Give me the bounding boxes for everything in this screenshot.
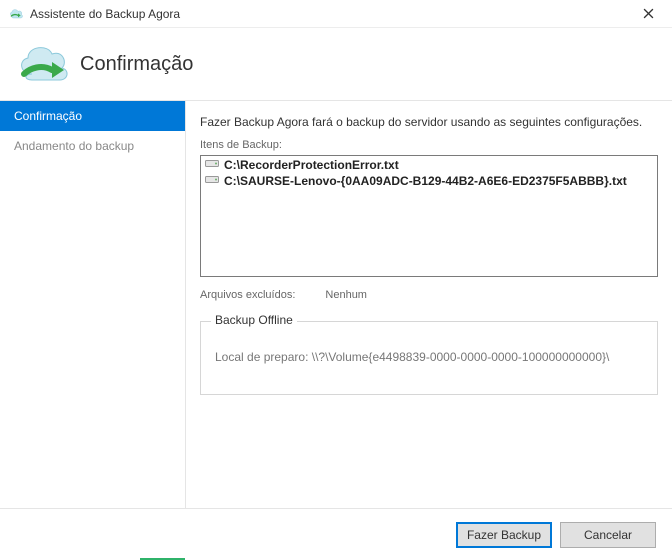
button-label: Fazer Backup (467, 528, 541, 542)
close-button[interactable] (632, 0, 664, 28)
cloud-backup-icon (12, 40, 72, 89)
excluded-files-value: Nenhum (325, 289, 367, 301)
wizard-steps-sidebar: Confirmação Andamento do backup (0, 100, 185, 508)
backup-items-list[interactable]: C:\RecorderProtectionError.txt C:\SAURSE… (200, 155, 658, 277)
offline-backup-legend: Backup Offline (211, 313, 297, 327)
excluded-files-label: Arquivos excluídos: (200, 289, 295, 301)
backup-item-path: C:\RecorderProtectionError.txt (224, 158, 399, 172)
backup-item-path: C:\SAURSE-Lenovo-{0AA09ADC-B129-44B2-A6E… (224, 174, 627, 188)
staging-location: Local de preparo: \\?\Volume{e4498839-00… (215, 350, 643, 364)
app-icon (8, 6, 24, 22)
do-backup-button[interactable]: Fazer Backup (456, 522, 552, 548)
list-item[interactable]: C:\RecorderProtectionError.txt (203, 157, 655, 173)
drive-icon (205, 174, 219, 188)
list-item[interactable]: C:\SAURSE-Lenovo-{0AA09ADC-B129-44B2-A6E… (203, 173, 655, 189)
close-icon (643, 8, 654, 19)
sidebar-item-confirmation[interactable]: Confirmação (0, 101, 185, 131)
drive-icon (205, 158, 219, 172)
sidebar-item-label: Andamento do backup (14, 139, 134, 153)
page-title: Confirmação (80, 53, 193, 76)
backup-items-label: Itens de Backup: (200, 139, 658, 151)
sidebar-item-progress[interactable]: Andamento do backup (0, 131, 185, 161)
window-title: Assistente do Backup Agora (30, 7, 626, 21)
wizard-main-panel: Fazer Backup Agora fará o backup do serv… (185, 100, 672, 508)
wizard-footer: Fazer Backup Cancelar (0, 508, 672, 560)
sidebar-item-label: Confirmação (14, 109, 82, 123)
excluded-files-row: Arquivos excluídos: Nenhum (200, 289, 658, 301)
cancel-button[interactable]: Cancelar (560, 522, 656, 548)
wizard-header: Confirmação (0, 28, 672, 100)
button-label: Cancelar (584, 528, 632, 542)
offline-backup-group: Backup Offline Local de preparo: \\?\Vol… (200, 321, 658, 395)
intro-text: Fazer Backup Agora fará o backup do serv… (200, 115, 658, 129)
titlebar: Assistente do Backup Agora (0, 0, 672, 28)
